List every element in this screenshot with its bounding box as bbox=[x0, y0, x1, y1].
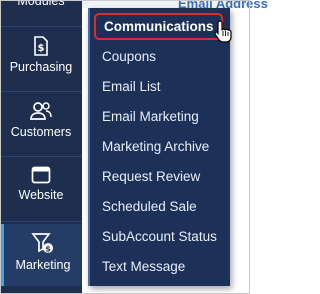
marketing-submenu: Communications Coupons Email List Email … bbox=[88, 8, 230, 286]
sidebar-item-label: Website bbox=[18, 188, 64, 202]
menu-item-text-message[interactable]: Text Message bbox=[102, 259, 185, 274]
menu-item-subaccount-status[interactable]: SubAccount Status bbox=[102, 229, 217, 244]
sidebar-item-purchasing[interactable]: $ Purchasing bbox=[0, 36, 82, 74]
sidebar-item-label: Marketing bbox=[15, 258, 71, 272]
sidebar-item-customers[interactable]: Customers bbox=[0, 101, 82, 139]
menu-item-marketing-archive[interactable]: Marketing Archive bbox=[102, 139, 209, 154]
sidebar-item-label: Customers bbox=[10, 125, 72, 139]
sidebar-item-website[interactable]: Website bbox=[0, 166, 82, 202]
menu-item-coupons[interactable]: Coupons bbox=[102, 49, 156, 64]
divider bbox=[0, 221, 82, 222]
sidebar-item-label: Modules bbox=[17, 0, 65, 8]
menu-item-request-review[interactable]: Request Review bbox=[102, 169, 200, 184]
svg-text:$: $ bbox=[38, 43, 45, 54]
browser-window-icon bbox=[31, 166, 51, 184]
sidebar-item-marketing[interactable]: $ Marketing bbox=[0, 224, 82, 286]
marketing-funnel-icon: $ bbox=[31, 233, 53, 254]
dollar-document-icon: $ bbox=[34, 36, 48, 56]
hand-pointer-icon bbox=[214, 20, 232, 43]
divider bbox=[0, 156, 82, 157]
divider bbox=[0, 91, 82, 92]
users-icon bbox=[30, 102, 52, 120]
menu-item-email-list[interactable]: Email List bbox=[102, 79, 161, 94]
svg-text:$: $ bbox=[45, 245, 51, 254]
divider bbox=[0, 26, 82, 27]
menu-item-communications[interactable]: Communications bbox=[94, 13, 223, 40]
sidebar-item-label: Purchasing bbox=[9, 60, 73, 74]
main-sidebar: Modules $ Purchasing Customers Website $… bbox=[0, 0, 82, 294]
sidebar-item-modules[interactable]: Modules bbox=[0, 0, 82, 8]
menu-item-scheduled-sale[interactable]: Scheduled Sale bbox=[102, 199, 197, 214]
menu-item-email-marketing[interactable]: Email Marketing bbox=[102, 109, 199, 124]
